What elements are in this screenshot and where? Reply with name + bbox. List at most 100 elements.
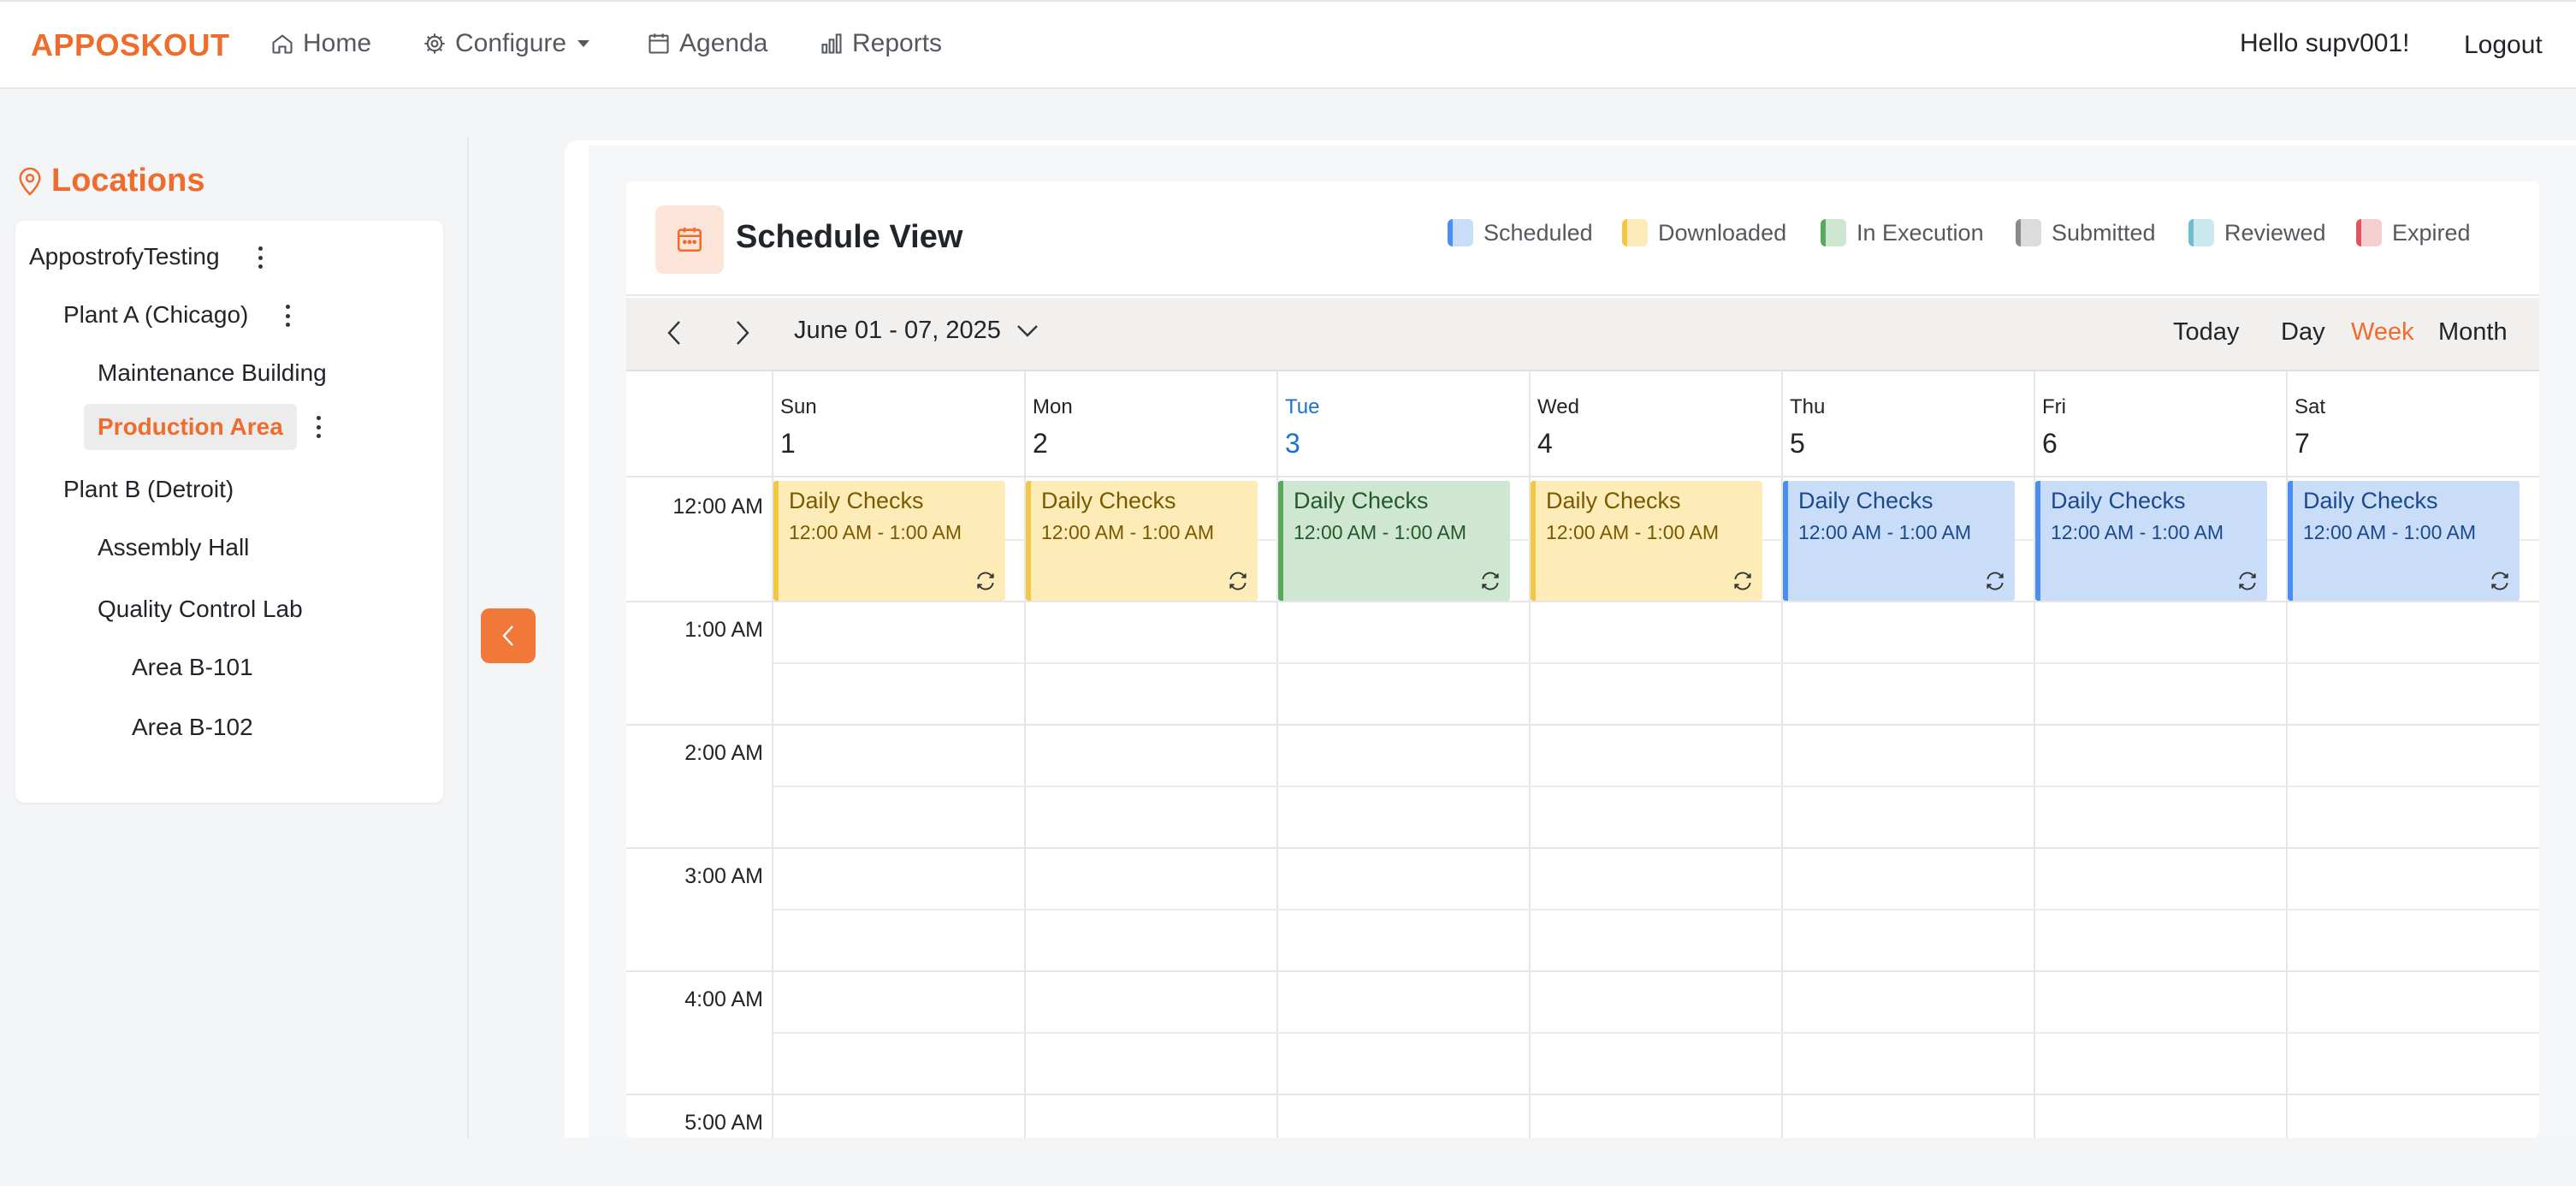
bar-chart-icon [821, 33, 842, 54]
tree-item-quality-control-lab[interactable]: Quality Control Lab [98, 590, 303, 628]
chevron-left-icon [502, 626, 513, 646]
collapse-sidebar-button[interactable] [481, 608, 536, 663]
event-time: 12:00 AM - 1:00 AM [2051, 521, 2224, 543]
day-header-fri[interactable]: Fri 6 [2034, 371, 2286, 477]
tree-item-label: Area B-102 [132, 714, 253, 740]
day-header-sat[interactable]: Sat 7 [2286, 371, 2539, 477]
kebab-menu-icon[interactable] [317, 416, 322, 438]
locations-heading: Locations [17, 163, 204, 199]
schedule-title: Schedule View [736, 219, 963, 255]
prev-week-button[interactable] [666, 318, 683, 347]
half-hour-divider [772, 909, 2539, 910]
day-name: Wed [1537, 395, 1579, 418]
legend-label: Scheduled [1483, 219, 1593, 246]
sidebar-divider [467, 137, 469, 1138]
kebab-menu-icon[interactable] [286, 305, 291, 327]
recurring-icon [977, 572, 994, 590]
calendar-event[interactable]: Daily Checks 12:00 AM - 1:00 AM [2035, 481, 2267, 601]
day-header-tue[interactable]: Tue 3 [1276, 371, 1529, 477]
recurring-icon [1482, 572, 1499, 590]
legend-item-submitted: Submitted [2016, 219, 2156, 246]
tree-item-label: Plant A (Chicago) [63, 301, 249, 328]
legend-label: Downloaded [1658, 219, 1787, 246]
date-range-picker[interactable]: June 01 - 07, 2025 [794, 317, 1039, 345]
week-view-button[interactable]: Week [2351, 318, 2414, 347]
chevron-down-icon [1017, 324, 1038, 337]
nav-home[interactable]: Home [270, 29, 371, 58]
recurring-icon [2239, 572, 2256, 590]
calendar-event[interactable]: Daily Checks 12:00 AM - 1:00 AM [1278, 481, 1510, 601]
legend-item-scheduled: Scheduled [1448, 219, 1593, 246]
gear-icon [424, 33, 445, 54]
kebab-menu-icon[interactable] [258, 246, 264, 269]
legend-item-downloaded: Downloaded [1622, 219, 1786, 246]
day-number: 7 [2295, 428, 2310, 459]
schedule-calendar-icon [655, 205, 724, 274]
week-calendar-grid: Sun 1 Mon 2 Tue 3 Wed 4 Thu 5 Fri 6 Sat 7 12:00 AM 1:00… [626, 371, 2539, 1138]
day-header-mon[interactable]: Mon 2 [1024, 371, 1276, 477]
day-header-sun[interactable]: Sun 1 [772, 371, 1024, 477]
time-label: 5:00 AM [684, 1111, 763, 1135]
day-header-wed[interactable]: Wed 4 [1529, 371, 1781, 477]
legend-item-reviewed: Reviewed [2188, 219, 2326, 246]
day-name: Tue [1285, 395, 1320, 418]
event-title: Daily Checks [1294, 488, 1429, 513]
time-label: 2:00 AM [684, 741, 763, 765]
tree-item-label: Area B-101 [132, 654, 253, 680]
day-number: 2 [1033, 428, 1048, 459]
nav-reports[interactable]: Reports [820, 29, 942, 58]
event-time: 12:00 AM - 1:00 AM [2303, 521, 2477, 543]
legend-swatch [2016, 219, 2041, 246]
tree-item-label: Production Area [98, 413, 283, 440]
half-hour-divider [772, 786, 2539, 787]
calendar-event[interactable]: Daily Checks 12:00 AM - 1:00 AM [2288, 481, 2520, 601]
day-number: 4 [1537, 428, 1553, 459]
tree-item-assembly-hall[interactable]: Assembly Hall [98, 529, 249, 566]
day-number: 3 [1285, 428, 1300, 459]
calendar-event[interactable]: Daily Checks 12:00 AM - 1:00 AM [1026, 481, 1258, 601]
caret-down-icon [577, 40, 590, 47]
tree-item-label: Maintenance Building [98, 359, 327, 386]
next-week-button[interactable] [734, 318, 751, 347]
calendar-toolbar: June 01 - 07, 2025 Today Day Week Month [626, 298, 2539, 371]
day-view-button[interactable]: Day [2281, 318, 2325, 347]
month-view-button[interactable]: Month [2438, 318, 2508, 347]
hour-divider [626, 601, 2539, 602]
tree-item-maintenance-building[interactable]: Maintenance Building [98, 354, 327, 392]
user-greeting: Hello supv001! [2240, 29, 2410, 57]
date-range-label: June 01 - 07, 2025 [794, 317, 1001, 344]
event-time: 12:00 AM - 1:00 AM [1294, 521, 1467, 543]
event-time: 12:00 AM - 1:00 AM [1041, 521, 1215, 543]
legend-swatch [1821, 219, 1846, 246]
tree-item-area-b-102[interactable]: Area B-102 [132, 709, 253, 746]
tree-item-label: AppostrofyTesting [29, 243, 220, 270]
today-button[interactable]: Today [2173, 318, 2239, 347]
tree-item-appostrofytesting[interactable]: AppostrofyTesting [29, 238, 220, 276]
event-title: Daily Checks [789, 488, 924, 513]
time-gutter-header [626, 371, 772, 477]
logout-button[interactable]: Logout [2464, 31, 2543, 60]
day-number: 5 [1790, 428, 1805, 459]
schedule-card: Schedule View Scheduled Downloaded In Exec… [626, 181, 2539, 1138]
brand-logo[interactable]: APPOSKOUT [31, 27, 230, 63]
day-number: 1 [780, 428, 796, 459]
event-time: 12:00 AM - 1:00 AM [1798, 521, 1972, 543]
tree-item-plant-a[interactable]: Plant A (Chicago) [63, 296, 248, 334]
location-tree: AppostrofyTesting Plant A (Chicago) Main… [15, 221, 443, 803]
time-label: 3:00 AM [684, 864, 763, 888]
tree-item-label: Plant B (Detroit) [63, 476, 234, 502]
half-hour-divider [772, 1032, 2539, 1034]
calendar-event[interactable]: Daily Checks 12:00 AM - 1:00 AM [1531, 481, 1762, 601]
recurring-icon [1734, 572, 1751, 590]
tree-item-area-b-101[interactable]: Area B-101 [132, 649, 253, 686]
calendar-icon [648, 33, 669, 54]
nav-agenda[interactable]: Agenda [647, 29, 767, 58]
home-icon [272, 34, 293, 54]
tree-item-production-area[interactable]: Production Area [84, 404, 297, 450]
day-name: Mon [1033, 395, 1073, 418]
calendar-event[interactable]: Daily Checks 12:00 AM - 1:00 AM [773, 481, 1005, 601]
day-header-thu[interactable]: Thu 5 [1781, 371, 2034, 477]
tree-item-plant-b[interactable]: Plant B (Detroit) [63, 471, 234, 508]
nav-configure[interactable]: Configure [423, 29, 599, 58]
calendar-event[interactable]: Daily Checks 12:00 AM - 1:00 AM [1783, 481, 2015, 601]
